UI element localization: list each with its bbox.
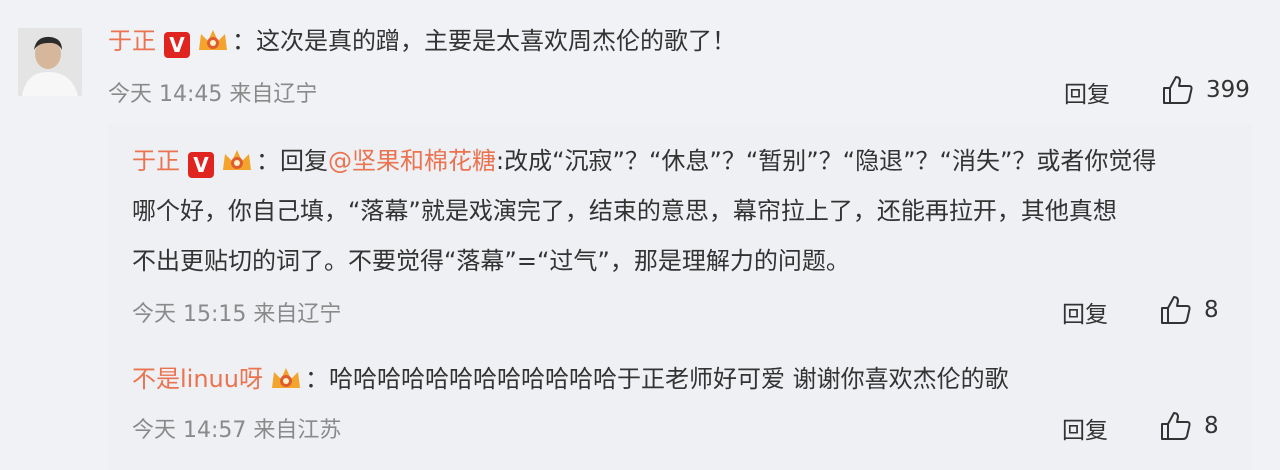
username-link[interactable]: 于正 xyxy=(108,27,156,55)
comment-item: 于正 V ：这次是真的蹭，主要是太喜欢周杰伦的歌了！ 今天 14:45 来自辽宁 回… xyxy=(0,0,1280,470)
reply-text: ：哈哈哈哈哈哈哈哈哈哈哈哈于正老师好可爱 谢谢你喜欢杰伦的歌 xyxy=(304,365,1009,393)
reply-prefix: ：回复 xyxy=(256,147,328,175)
reply-button[interactable]: 回复 xyxy=(1064,75,1110,109)
like-count: 399 xyxy=(1206,77,1250,103)
crown-icon xyxy=(199,30,227,50)
thumbs-up-icon xyxy=(1161,296,1191,324)
reply-button[interactable]: 回复 xyxy=(1062,411,1108,445)
comment-text-line: 于正 V ：这次是真的蹭，主要是太喜欢周杰伦的歌了！ xyxy=(108,26,736,58)
crown-icon xyxy=(271,368,300,388)
comment-text: ：这次是真的蹭，主要是太喜欢周杰伦的歌了！ xyxy=(232,27,736,55)
like-button[interactable]: 8 xyxy=(1160,295,1219,325)
reply-text: :改成“沉寂”？“休息”？“暂别”？“隐退”？“消失”？或者你觉得 xyxy=(496,147,1157,175)
like-count: 8 xyxy=(1204,413,1219,439)
like-button[interactable]: 8 xyxy=(1160,411,1219,441)
comment-meta: 今天 14:45 来自辽宁 xyxy=(108,82,318,107)
username-link[interactable]: 不是linuu呀 xyxy=(132,365,263,393)
reply-meta: 今天 15:15 来自辽宁 xyxy=(132,302,342,327)
thumbs-up-icon xyxy=(1161,412,1191,440)
reply-text-line: 不是linuu呀 ：哈哈哈哈哈哈哈哈哈哈哈哈于正老师好可爱 谢谢你喜欢杰伦的歌 xyxy=(132,364,1009,394)
username-link[interactable]: 于正 xyxy=(132,147,180,175)
verified-icon: V xyxy=(188,152,214,178)
avatar[interactable] xyxy=(18,28,82,96)
crown-icon xyxy=(223,150,251,170)
reply-button[interactable]: 回复 xyxy=(1062,295,1108,329)
thumbs-up-icon xyxy=(1163,76,1193,104)
like-count: 8 xyxy=(1204,297,1219,323)
verified-icon: V xyxy=(164,32,190,58)
reply-text-line: 于正 V ：回复@坚果和棉花糖:改成“沉寂”？“休息”？“暂别”？“隐退”？“消失”… xyxy=(132,146,1156,178)
reply-meta: 今天 14:57 来自江苏 xyxy=(132,418,342,443)
mention-link[interactable]: @坚果和棉花糖 xyxy=(328,147,496,175)
like-button[interactable]: 399 xyxy=(1162,75,1250,105)
reply-text-line: 哪个好，你自己填，“落幕”就是戏演完了，结束的意思，幕帘拉上了，还能再拉开，其他… xyxy=(132,197,1117,225)
reply-text-line: 不出更贴切的词了。不要觉得“落幕”=“过气”，那是理解力的问题。 xyxy=(132,247,850,275)
